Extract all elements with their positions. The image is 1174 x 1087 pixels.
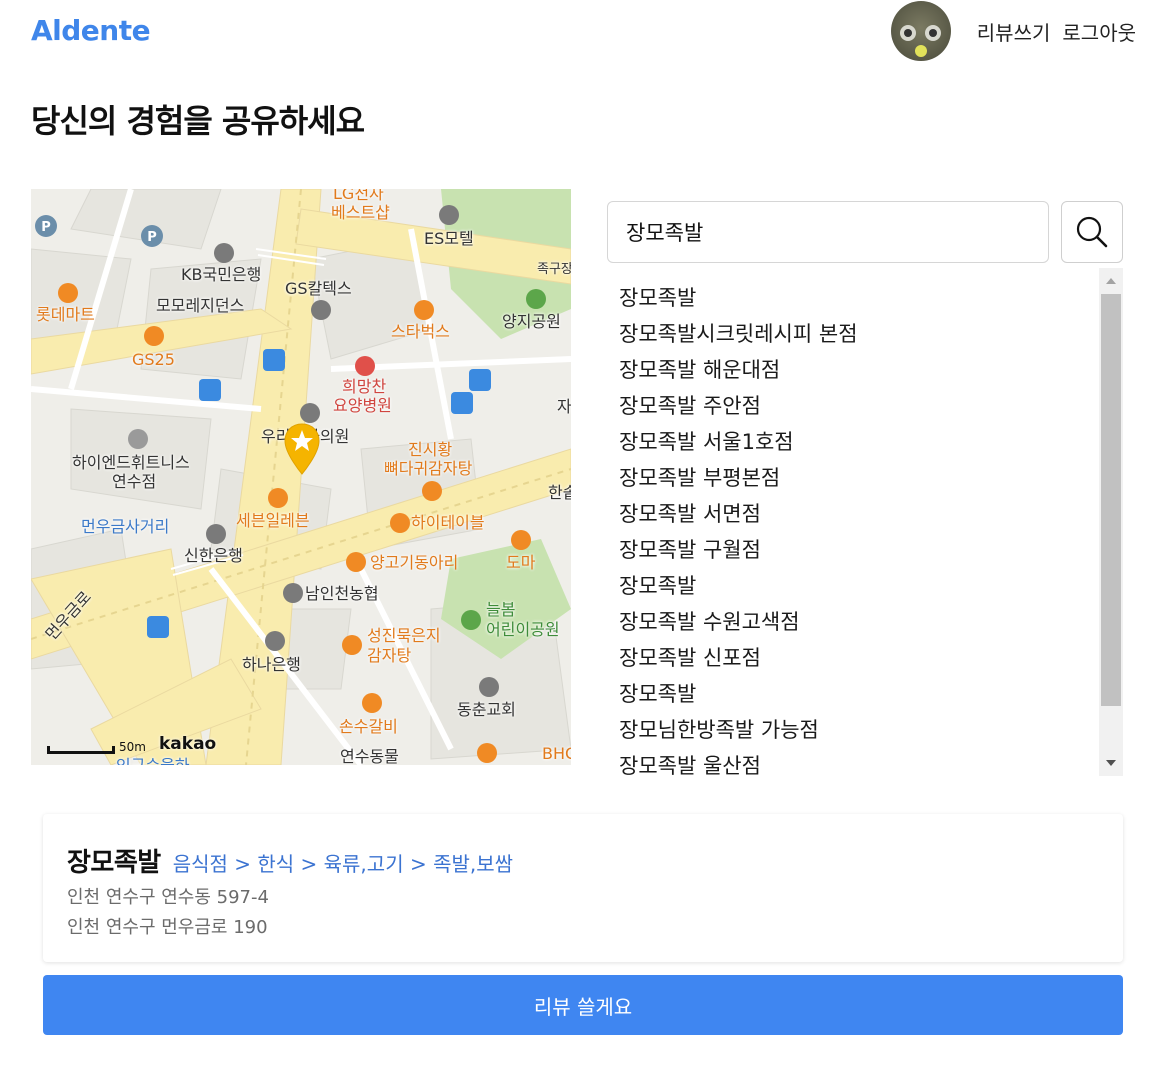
map-label-neulbom-1: 늘봄 [486,600,516,619]
map-label-gs25: GS25 [132,350,175,369]
map-label-dongchun-church: 동춘교회 [457,700,516,719]
search-result-item[interactable]: 장모족발 서울1호점 [607,424,1123,460]
map-scale: 50m [47,740,146,754]
map-label-bhc: BHC [542,744,571,763]
map-label-hyend-2: 연수점 [112,472,157,491]
write-review-link[interactable]: 리뷰쓰기 [977,17,1051,46]
map-label-jokgu: 족구장 [537,262,571,277]
search-button[interactable] [1061,201,1123,263]
map-label-ja: 자 [557,397,571,416]
map-label-hana: 하나은행 [242,655,301,674]
map-label-sungjin-1: 성진묵은지 [367,626,441,645]
location-pin-icon[interactable] [284,423,320,475]
map-label-namin-nonghyup: 남인천농협 [305,584,379,603]
map-label-sungjin-2: 감자탕 [367,646,412,665]
logout-link[interactable]: 로그아웃 [1062,17,1136,46]
place-address-jibun: 인천 연수구 연수동 597-4 [67,887,269,908]
map-label-yanggogi: 양고기동아리 [370,553,459,572]
search-result-item[interactable]: 장모족발 울산점 [607,748,1123,776]
scroll-thumb[interactable] [1101,294,1121,706]
search-input[interactable]: 장모족발 [607,201,1049,263]
app-logo[interactable]: Aldente [31,14,151,47]
search-result-item[interactable]: 장모족발 수원고색점 [607,604,1123,640]
kakao-attribution[interactable]: kakao [159,734,216,754]
page-title: 당신의 경험을 공유하세요 [31,102,365,140]
place-address-road: 인천 연수구 먼우금로 190 [67,917,268,938]
map-label-lg: LG전자 [333,189,384,203]
search-icon [1076,216,1108,248]
map-label-meonu-intersection: 먼우금사거리 [81,517,170,536]
map-label-hospital-2: 요양병원 [333,396,392,415]
header-user-area: 리뷰쓰기 로그아웃 [890,0,1136,62]
results-scrollbar[interactable] [1099,268,1123,776]
place-category[interactable]: 음식점 > 한식 > 육류,고기 > 족발,보쌈 [173,848,513,877]
search-result-item[interactable]: 장모족발 [607,676,1123,712]
map-label-momo: 모모레지던스 [156,296,245,315]
map-label-bestshop: 베스트샵 [331,203,390,222]
map-label-cut-off: 인구수을하 [116,757,190,765]
map-label-sonsu: 손수갈비 [339,717,398,736]
map-label-starbucks: 스타벅스 [391,322,450,341]
map-label-yangji-park: 양지공원 [502,312,561,331]
map-label-lotte-mart: 롯데마트 [36,305,95,324]
map-label-es-motel: ES모텔 [424,229,474,248]
avatar[interactable] [890,1,951,61]
map-label-hyend-1: 하이엔드휘트니스 [72,453,190,472]
search-result-item[interactable]: 장모족발 [607,568,1123,604]
map-label-jin-2: 뼈다귀감자탕 [384,459,473,478]
scroll-up-icon[interactable] [1106,278,1116,284]
search-result-item[interactable]: 장모족발 주안점 [607,388,1123,424]
selected-place-card: 장모족발 음식점 > 한식 > 육류,고기 > 족발,보쌈 인천 연수구 연수동… [43,814,1123,962]
scroll-down-icon[interactable] [1106,760,1116,766]
map-label-shinhan: 신한은행 [184,546,243,565]
search-result-item[interactable]: 장모족발 [607,280,1123,316]
map-label-seven-eleven: 세븐일레븐 [236,511,310,530]
search-result-item[interactable]: 장모족발 해운대점 [607,352,1123,388]
search-result-item[interactable]: 장모족발 구월점 [607,532,1123,568]
svg-text:P: P [147,230,157,245]
svg-text:P: P [41,220,51,235]
search-result-item[interactable]: 장모족발 부평본점 [607,460,1123,496]
search-result-item[interactable]: 장모족발시크릿레시피 본점 [607,316,1123,352]
map-label-kb: KB국민은행 [181,265,262,284]
search-results-list[interactable]: 장모족발 장모족발시크릿레시피 본점 장모족발 해운대점 장모족발 주안점 장모족발 서… [607,268,1123,776]
map-label-neulbom-2: 어린이공원 [486,620,560,639]
scale-label: 50m [119,740,146,754]
map-label-hi-table: 하이테이블 [411,513,485,532]
search-result-item[interactable]: 장모님한방족발 가능점 [607,712,1123,748]
search-result-item[interactable]: 장모족발 신포점 [607,640,1123,676]
scale-bar [47,746,115,754]
kakao-map[interactable]: P P LG전자 베스트샵 ES모텔 족구장 KB국민은행 모모레지던스 GS칼… [31,189,571,765]
map-label-gs-caltex: GS칼텍스 [285,279,352,298]
map-label-doma: 도마 [506,553,536,572]
map-label-jin-1: 진시황 [408,440,453,459]
write-review-button[interactable]: 리뷰 쓸게요 [43,975,1123,1035]
map-label-hospital-1: 희망찬 [342,377,387,396]
map-label-han: 한솥 [548,483,571,502]
map-label-yeonsu-animal: 연수동물 [340,747,399,765]
search-result-item[interactable]: 장모족발 서면점 [607,496,1123,532]
place-name: 장모족발 [67,848,161,878]
